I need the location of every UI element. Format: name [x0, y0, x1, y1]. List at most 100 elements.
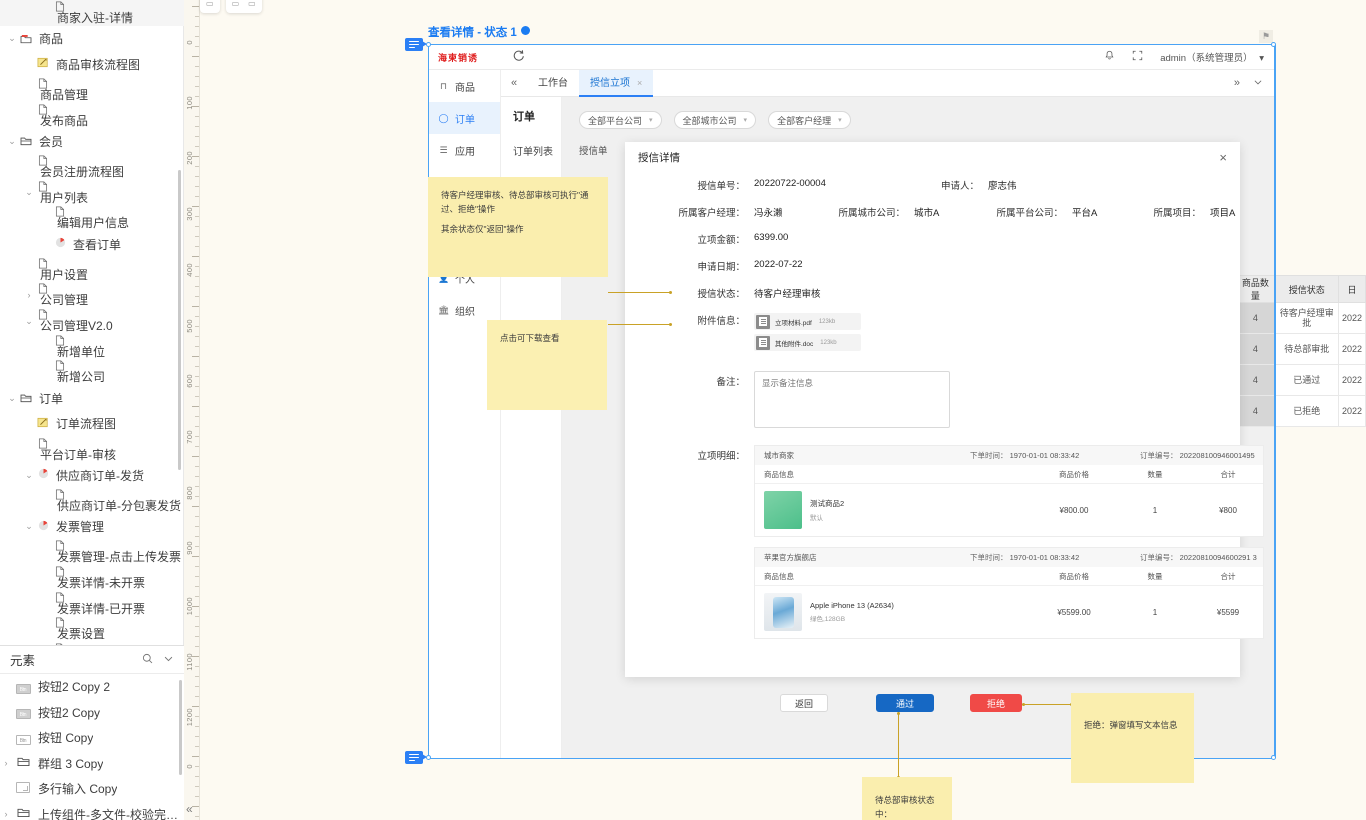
- elements-scrollbar[interactable]: [179, 680, 182, 775]
- tree-item[interactable]: 发票管理-点击上传发票: [0, 539, 184, 565]
- tree-item[interactable]: 新增单位: [0, 334, 184, 360]
- tree-item[interactable]: 发票详情-已开票: [0, 591, 184, 617]
- artboard-pin-badge-bottom[interactable]: [405, 751, 427, 764]
- table-row[interactable]: 4 待总部审批 2022: [1235, 333, 1366, 365]
- chevron-right-icon[interactable]: ›: [23, 290, 35, 300]
- tree-item[interactable]: ⌄ 会员: [0, 128, 184, 154]
- search-icon[interactable]: [142, 653, 153, 667]
- flowchart-icon: [35, 417, 51, 431]
- tree-item[interactable]: 发布商品: [0, 103, 184, 129]
- attachment-chip[interactable]: 立项材料.pdf 123kb: [754, 313, 861, 330]
- tree-scrollbar[interactable]: [178, 170, 181, 470]
- tree-item[interactable]: 商品管理: [0, 77, 184, 103]
- tree-item[interactable]: 平台订单-审核: [0, 437, 184, 463]
- elements-list[interactable]: Btn 按钮2 Copy 2 Btn 按钮2 Copy Btn 按钮 Copy › 群组 3 …: [0, 674, 185, 820]
- close-icon[interactable]: ×: [637, 78, 642, 88]
- nav-item-应用[interactable]: ☰ 应用: [429, 134, 500, 166]
- chevron-right-icon[interactable]: ›: [0, 758, 12, 768]
- tabbar-more-icon[interactable]: »: [1234, 77, 1240, 90]
- chevron-down-icon[interactable]: ⌄: [6, 33, 18, 44]
- filter-city-company[interactable]: 全部城市公司 ▾: [673, 111, 757, 129]
- chevron-down-icon[interactable]: ⌄: [23, 316, 35, 327]
- tabbar-collapse-icon[interactable]: «: [501, 77, 527, 89]
- tree-item[interactable]: ⌄ 供应商订单-发货: [0, 462, 184, 488]
- resize-handle[interactable]: [426, 42, 431, 47]
- tree-scroll-area[interactable]: 商家入驻-详情 ⌄ 商品 商品审核流程图 商品管理 发布商品 ⌄ 会员 会员注册流程图 ⌄ 用户列表…: [0, 0, 184, 645]
- chevron-down-icon[interactable]: [163, 653, 174, 667]
- chevron-down-icon[interactable]: ⌄: [6, 393, 18, 404]
- nav-item-商品[interactable]: ⊓ 商品: [429, 70, 500, 102]
- tree-item[interactable]: 编辑用户信息: [0, 206, 184, 232]
- sticky-note-pass[interactable]: 待总部审核状态中： 通过后对应订单状态 变更为待发货: [862, 777, 952, 820]
- chevron-down-icon[interactable]: ⌄: [23, 187, 35, 198]
- resize-handle[interactable]: [426, 755, 431, 760]
- remark-input[interactable]: [754, 371, 950, 428]
- fullscreen-icon[interactable]: [1132, 50, 1143, 64]
- table-row[interactable]: 4 待客户经理审批 2022: [1235, 302, 1366, 334]
- tree-item[interactable]: ⌄ 用户列表: [0, 180, 184, 206]
- artboard-title[interactable]: 查看详情 - 状态 1: [428, 24, 530, 40]
- sticky-note-download[interactable]: 点击可下载查看: [487, 320, 607, 410]
- panel-collapse-icon[interactable]: «: [186, 802, 193, 816]
- filter-account-manager[interactable]: 全部客户经理 ▾: [768, 111, 851, 129]
- close-icon[interactable]: ×: [1219, 150, 1227, 165]
- list-item[interactable]: › 上传组件-多文件-校验完成 Cop...: [0, 802, 185, 820]
- tab-workbench[interactable]: 工作台: [527, 70, 579, 97]
- toolbar-icon-b[interactable]: ▭: [232, 0, 240, 8]
- tree-item[interactable]: 商家入驻-详情: [0, 0, 184, 26]
- tab-credit-project[interactable]: 授信立项 ×: [579, 69, 654, 97]
- tree-item[interactable]: 用户设置: [0, 257, 184, 283]
- table-row[interactable]: 4 已拒绝 2022: [1235, 395, 1366, 427]
- attachment-chip[interactable]: 其他附件.doc 123kb: [754, 334, 861, 351]
- refresh-icon[interactable]: [512, 49, 525, 65]
- artboard-lock-icon[interactable]: ⚑: [1258, 30, 1273, 43]
- reject-button[interactable]: 拒绝: [970, 694, 1022, 712]
- chevron-down-icon[interactable]: ⌄: [23, 521, 35, 532]
- tree-item[interactable]: 新增公司: [0, 360, 184, 386]
- value-credit-no: 20220722-00004: [754, 178, 826, 189]
- filter-platform-company[interactable]: 全部平台公司 ▾: [579, 111, 662, 129]
- list-item[interactable]: Btn 按钮2 Copy 2: [0, 674, 184, 700]
- tree-item[interactable]: ⌄ 公司管理V2.0: [0, 308, 184, 334]
- sticky-note-approval-rules[interactable]: 待客户经理审核、待总部审核可执行"通过、拒绝"操作 其余状态仅"返回"操作: [428, 177, 608, 277]
- tree-item[interactable]: › 公司管理: [0, 283, 184, 309]
- list-item[interactable]: Btn 按钮2 Copy: [0, 700, 184, 726]
- tree-item[interactable]: 订单流程图: [0, 411, 184, 437]
- pass-button[interactable]: 通过: [876, 694, 934, 712]
- artboard-pin-badge-top[interactable]: [405, 38, 427, 51]
- user-menu[interactable]: admin（系统管理员） ▾: [1160, 50, 1264, 64]
- subnav-item-order-list[interactable]: 订单列表: [501, 135, 561, 166]
- tree-item[interactable]: ⌄ 订单: [0, 385, 184, 411]
- table-row[interactable]: 4 已通过 2022: [1235, 364, 1366, 396]
- tree-item[interactable]: 供应商订单-分包裹发货: [0, 488, 184, 514]
- resize-handle[interactable]: [1271, 42, 1276, 47]
- chevron-right-icon[interactable]: ›: [0, 809, 12, 819]
- tree-item[interactable]: 会员注册流程图: [0, 154, 184, 180]
- chevron-down-icon[interactable]: ⌄: [6, 136, 18, 147]
- label-platform-company: 所属平台公司：: [996, 208, 1063, 219]
- toolbar-icon-c[interactable]: ▭: [248, 0, 256, 8]
- tree-item-label: 发票管理: [56, 520, 105, 535]
- resize-handle[interactable]: [1271, 755, 1276, 760]
- list-item[interactable]: › 群组 3 Copy: [0, 751, 184, 777]
- remark-row: 备注：: [625, 371, 1240, 431]
- back-button[interactable]: 返回: [780, 694, 828, 712]
- sticky-note-reject[interactable]: 拒绝：弹窗填写文本信息: [1071, 693, 1194, 783]
- app-sidebar-nav[interactable]: ⊓商品◯订单☰应用▥商家❁设置⚒系统👤个人🏛组织: [429, 70, 501, 758]
- chevron-down-icon[interactable]: [1253, 77, 1263, 90]
- tree-item-label: 编辑用户信息: [57, 216, 130, 231]
- tree-item[interactable]: 发票详情-未开票: [0, 565, 184, 591]
- list-item[interactable]: Btn 按钮 Copy: [0, 725, 184, 751]
- bell-icon[interactable]: [1104, 50, 1115, 64]
- nav-item-订单[interactable]: ◯ 订单: [429, 102, 500, 134]
- order-no-value: 20220810094600291 3: [1179, 553, 1257, 562]
- tree-item[interactable]: 查看订单: [0, 231, 184, 257]
- tree-item[interactable]: 发票设置: [0, 617, 184, 643]
- chevron-down-icon[interactable]: ⌄: [23, 470, 35, 481]
- toolbar-icon-a[interactable]: ▭: [206, 0, 214, 8]
- app-logo: 海柬销诱: [438, 52, 479, 63]
- tree-item[interactable]: ⌄ 发票管理: [0, 514, 184, 540]
- list-item[interactable]: 多行输入 Copy: [0, 776, 184, 802]
- tree-item[interactable]: ⌄ 商品: [0, 26, 184, 52]
- tree-item[interactable]: 商品审核流程图: [0, 51, 184, 77]
